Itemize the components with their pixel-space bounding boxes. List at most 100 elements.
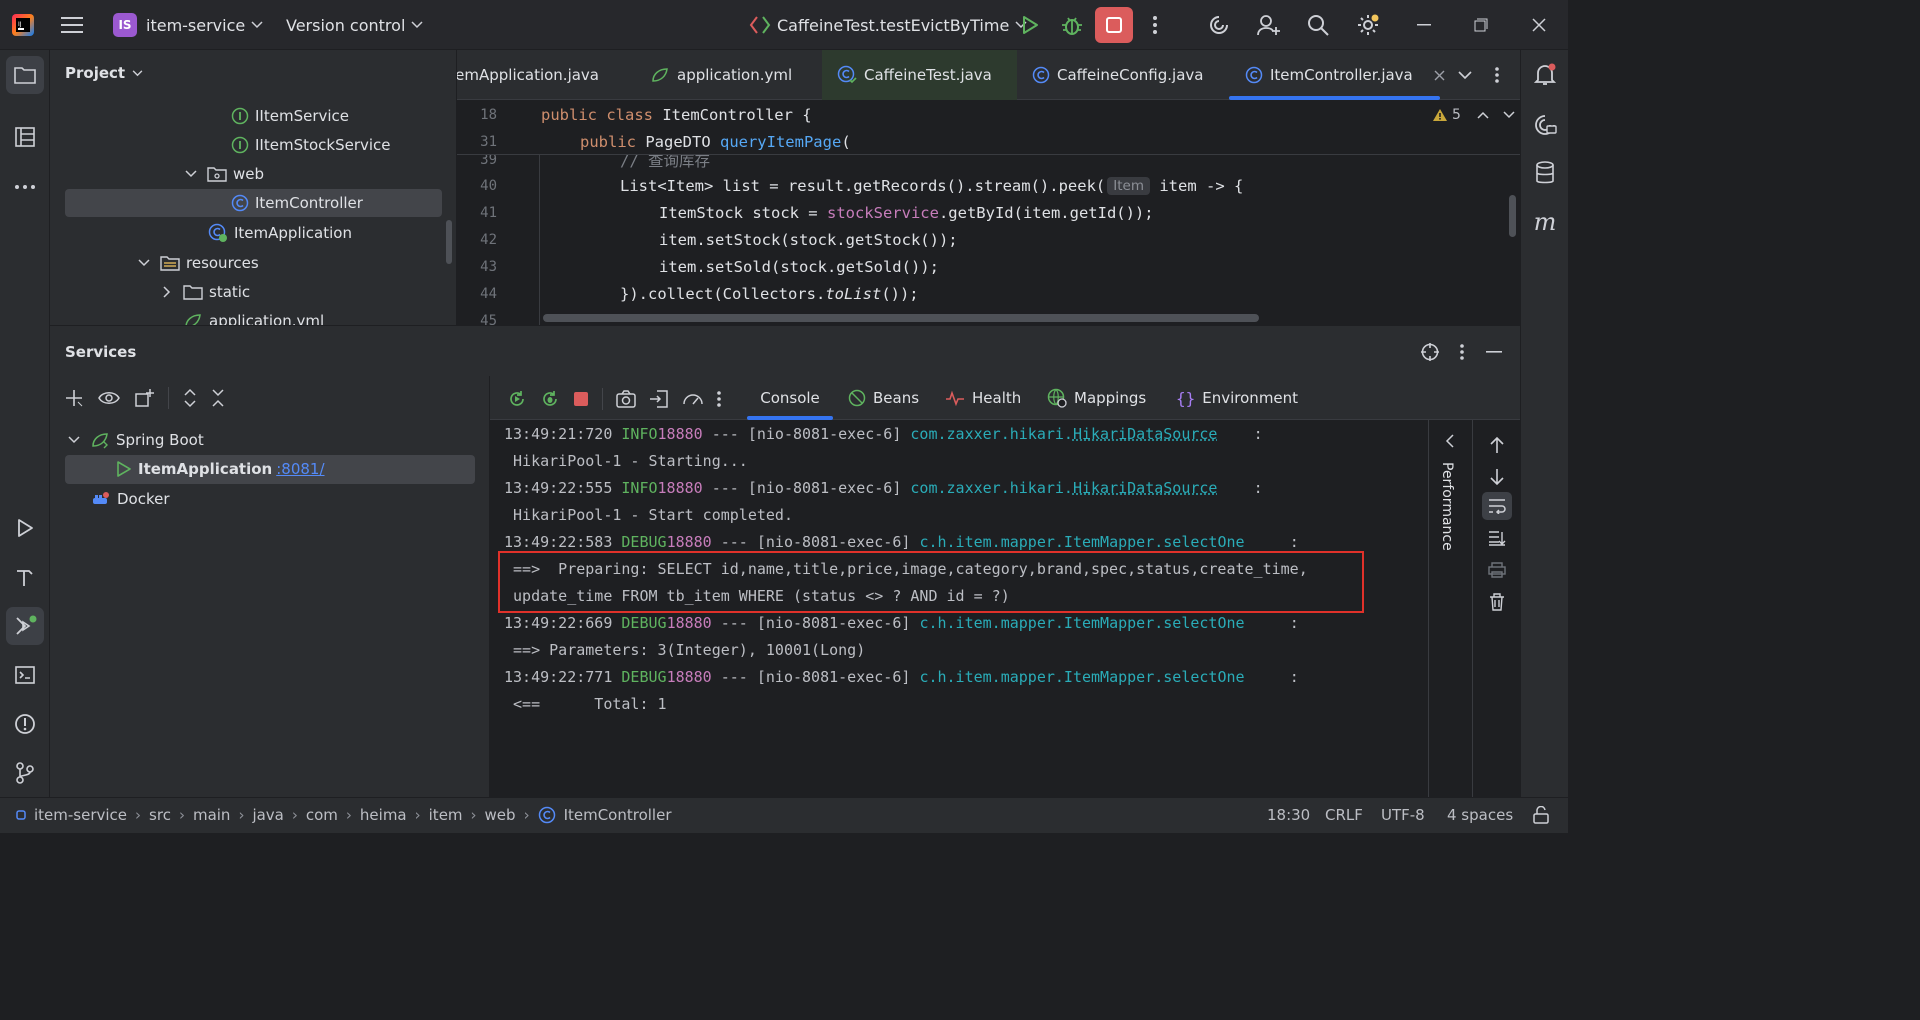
code-line[interactable]: 18 public class ItemController { (457, 101, 1520, 128)
tree-item-docker[interactable]: Docker (91, 485, 170, 513)
line-separator[interactable]: CRLF (1325, 806, 1363, 824)
database-icon[interactable] (1532, 160, 1558, 186)
notifications-bell-icon[interactable] (1532, 62, 1558, 88)
view-options-eye-icon[interactable] (98, 390, 120, 406)
project-panel-header[interactable]: Project (65, 64, 143, 82)
problems-icon[interactable] (13, 712, 37, 736)
stop-icon[interactable] (1095, 7, 1133, 43)
tree-item-web[interactable]: web (185, 160, 264, 188)
unlock-icon[interactable] (1533, 806, 1549, 824)
add-user-icon[interactable] (1256, 12, 1282, 38)
search-icon[interactable] (1305, 12, 1331, 38)
code-line[interactable]: 42 item.setStock(stock.getStock()); (457, 226, 1520, 253)
breadcrumb-item[interactable]: ItemController (564, 806, 672, 824)
tree-item-iitemservice[interactable]: IItemService (231, 102, 349, 130)
close-window-icon[interactable] (1527, 13, 1551, 37)
breadcrumb-item[interactable]: main (193, 806, 230, 824)
more-tools-icon[interactable] (13, 175, 37, 199)
exit-icon[interactable] (649, 389, 669, 409)
project-folder-icon[interactable] (6, 56, 44, 94)
breadcrumb-item[interactable]: heima (360, 806, 407, 824)
tab-mappings[interactable]: Mappings (1047, 376, 1146, 420)
services-more-icon[interactable] (1452, 341, 1472, 363)
next-highlight-icon[interactable] (1503, 111, 1515, 119)
minimize-window-icon[interactable] (1412, 13, 1436, 37)
tab-itemapplication[interactable]: ItemApplication.java (457, 50, 599, 100)
add-service-icon[interactable] (64, 388, 84, 408)
build-hammer-icon[interactable] (13, 565, 37, 589)
tab-console[interactable]: Console (747, 376, 833, 420)
structure-icon[interactable] (13, 125, 37, 149)
thread-dump-camera-icon[interactable] (616, 390, 636, 408)
restore-window-icon[interactable] (1469, 13, 1493, 37)
inspection-widget[interactable]: 5 (1432, 107, 1515, 123)
console-output[interactable]: 13:49:21:720 INFO 18880 --- [nio-8081-ex… (490, 420, 1428, 798)
run-config-selector[interactable]: CaffeineTest.testEvictByTime (749, 0, 1027, 50)
git-branch-icon[interactable] (13, 761, 37, 785)
breadcrumb-item[interactable]: web (485, 806, 516, 824)
debug-icon[interactable] (1059, 13, 1085, 37)
main-menu-icon[interactable] (60, 13, 84, 37)
scroll-up-arrow-icon[interactable] (1489, 436, 1505, 454)
log-logger-class[interactable]: HikariDataSource (1073, 479, 1218, 497)
previous-highlight-icon[interactable] (1477, 111, 1489, 119)
more-actions-icon[interactable] (1145, 13, 1165, 37)
rerun-debug-icon[interactable] (540, 389, 560, 409)
tab-health[interactable]: Health (945, 376, 1021, 420)
tree-item-application-yml[interactable]: application.yml (183, 307, 324, 325)
stop-process-icon[interactable] (573, 391, 589, 407)
profiler-gauge-icon[interactable] (682, 389, 704, 409)
tree-item-itemcontroller[interactable]: ItemController (231, 189, 363, 217)
performance-label[interactable]: Performance (1439, 462, 1455, 551)
target-focus-icon[interactable] (1419, 341, 1441, 363)
chevron-left-icon[interactable] (1445, 434, 1455, 448)
file-encoding[interactable]: UTF-8 (1381, 806, 1425, 824)
editor-vertical-scrollbar[interactable] (1509, 195, 1516, 237)
tab-caffeineconfig[interactable]: CaffeineConfig.java (1032, 50, 1203, 100)
indent-setting[interactable]: 4 spaces (1447, 806, 1513, 824)
tree-item-itemapplication-service[interactable]: ItemApplication :8081/ (116, 455, 325, 483)
code-line[interactable]: 40 List<Item> list = result.getRecords()… (457, 172, 1520, 199)
breadcrumb-item[interactable]: java (252, 806, 283, 824)
expand-all-icon[interactable] (183, 388, 197, 408)
code-line[interactable]: 41 ItemStock stock = stockService .getByI… (457, 199, 1520, 226)
new-group-icon[interactable] (134, 388, 154, 408)
editor-horizontal-scrollbar[interactable] (543, 314, 1259, 322)
tree-item-static[interactable]: static (163, 278, 250, 306)
hide-panel-icon[interactable] (1483, 341, 1505, 363)
scroll-down-arrow-icon[interactable] (1489, 468, 1505, 486)
ai-assistant-icon[interactable] (1206, 12, 1232, 38)
tab-environment[interactable]: {} Environment (1176, 376, 1298, 420)
code-line[interactable]: 31 public PageDTO queryItemPage( (457, 128, 1520, 155)
close-tab-icon[interactable] (1434, 70, 1445, 81)
intellij-logo-icon[interactable]: IJ (10, 12, 36, 38)
code-line[interactable]: 39 // 查询库存 (457, 155, 1520, 173)
ai-chat-icon[interactable] (1532, 112, 1558, 138)
breadcrumb-item[interactable]: src (149, 806, 171, 824)
tab-application-yml[interactable]: application.yml (650, 50, 792, 100)
breadcrumb-item[interactable]: com (306, 806, 338, 824)
soft-wrap-icon[interactable] (1488, 498, 1506, 514)
services-icon[interactable] (6, 607, 44, 645)
project-selector[interactable]: IS item-service (113, 0, 263, 50)
tree-item-iitemstockservice[interactable]: IItemStockService (231, 131, 391, 159)
run-tool-icon[interactable] (13, 516, 37, 540)
breadcrumb-item[interactable]: item-service (34, 806, 127, 824)
rerun-icon[interactable] (507, 389, 527, 409)
project-scrollbar[interactable] (446, 220, 452, 264)
log-logger-class[interactable]: HikariDataSource (1073, 425, 1218, 443)
run-icon[interactable] (1018, 13, 1042, 37)
cursor-position[interactable]: 18:30 (1267, 806, 1310, 824)
tab-caffeinetest[interactable]: CaffeineTest.java (822, 50, 1017, 100)
breadcrumb-item[interactable]: item (429, 806, 463, 824)
terminal-icon[interactable] (13, 663, 37, 687)
maven-icon[interactable]: m (1532, 208, 1558, 236)
tab-list-chevron-icon[interactable] (1455, 65, 1475, 85)
clear-trash-icon[interactable] (1489, 593, 1505, 611)
version-control-menu[interactable]: Version control (286, 0, 423, 50)
print-icon[interactable] (1488, 562, 1506, 578)
tree-item-itemapplication[interactable]: ItemApplication (208, 219, 352, 247)
tab-itemcontroller[interactable]: ItemController.java (1245, 50, 1445, 100)
tab-beans[interactable]: Beans (848, 376, 919, 420)
tree-item-spring-boot[interactable]: Spring Boot (68, 426, 204, 454)
